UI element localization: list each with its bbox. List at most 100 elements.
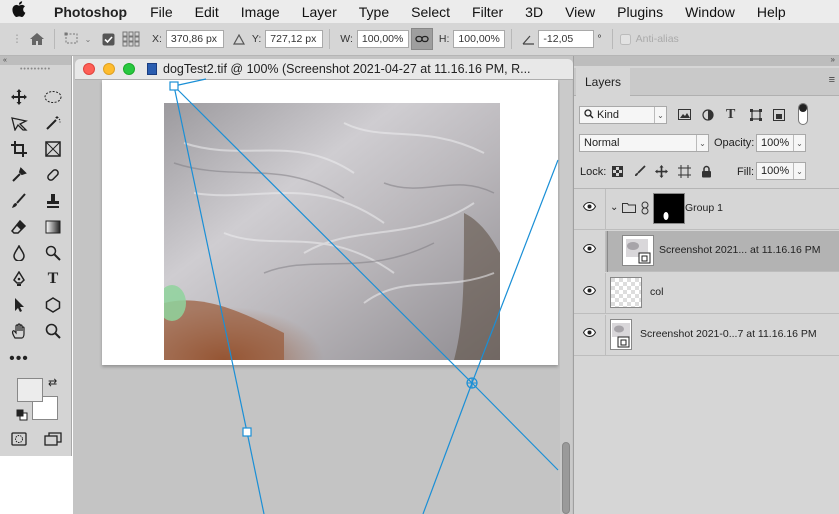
clone-stamp-tool-icon[interactable] — [41, 190, 65, 212]
type-tool-icon[interactable]: T — [41, 268, 65, 290]
vertical-scrollbar[interactable] — [560, 80, 572, 514]
close-window-icon[interactable] — [83, 63, 95, 75]
smart-object-filter-icon[interactable] — [773, 109, 785, 124]
menu-type[interactable]: Type — [348, 4, 400, 20]
type-filter-icon[interactable]: T — [726, 107, 735, 123]
layer-thumbnail[interactable] — [610, 319, 632, 350]
menu-3d[interactable]: 3D — [514, 4, 554, 20]
panel-menu-icon[interactable]: ≡ — [829, 74, 835, 86]
blur-tool-icon[interactable] — [7, 242, 31, 264]
rotation-angle-field[interactable]: -12,05 — [538, 30, 595, 48]
scrollbar-thumb[interactable] — [562, 442, 570, 514]
layer-thumbnail[interactable] — [622, 235, 654, 266]
lock-transparency-icon[interactable] — [612, 166, 623, 180]
menu-edit[interactable]: Edit — [184, 4, 230, 20]
pen-tool-icon[interactable] — [7, 268, 31, 290]
quick-mask-icon[interactable] — [7, 428, 31, 450]
magic-wand-tool-icon[interactable] — [41, 112, 65, 134]
link-icon[interactable] — [410, 28, 433, 50]
menu-view[interactable]: View — [554, 4, 606, 20]
reference-point-grid-icon[interactable] — [119, 28, 143, 50]
crop-tool-icon[interactable] — [7, 138, 31, 160]
more-tools-icon[interactable]: ••• — [7, 348, 31, 370]
collapse-tools-icon[interactable]: « — [0, 56, 71, 65]
eye-icon[interactable] — [582, 285, 597, 298]
layer-row-screenshot[interactable]: Screenshot 2021-0...7 at 11.16.16 PM — [574, 315, 839, 356]
eye-icon[interactable] — [582, 243, 597, 256]
y-position-field[interactable]: 727,12 px — [265, 30, 324, 48]
layer-mask-thumbnail[interactable] — [653, 193, 685, 224]
layer-row-screenshot-selected[interactable]: Screenshot 2021... at 11.16.16 PM — [574, 231, 839, 272]
menu-select[interactable]: Select — [400, 4, 461, 20]
chevron-down-icon[interactable]: ⌄ — [610, 202, 618, 213]
menu-plugins[interactable]: Plugins — [606, 4, 674, 20]
foreground-color-swatch[interactable] — [17, 378, 43, 402]
tab-layers[interactable]: Layers — [576, 68, 630, 96]
eye-icon[interactable] — [582, 201, 597, 214]
minimize-window-icon[interactable] — [103, 63, 115, 75]
apple-icon[interactable] — [0, 1, 38, 22]
reference-point-checkbox[interactable] — [97, 28, 119, 50]
dog-fur-image[interactable] — [164, 103, 500, 360]
healing-brush-tool-icon[interactable] — [41, 164, 65, 186]
tools-grip[interactable]: ••••••••• — [0, 65, 71, 75]
lock-all-icon[interactable] — [701, 165, 712, 181]
antialias-checkbox[interactable] — [619, 28, 633, 50]
app-menu-photoshop[interactable]: Photoshop — [38, 4, 139, 20]
eyedropper-tool-icon[interactable] — [7, 164, 31, 186]
gradient-tool-icon[interactable] — [41, 216, 65, 238]
x-position-field[interactable]: 370,86 px — [165, 30, 224, 48]
width-field[interactable]: 100,00% — [356, 30, 409, 48]
collapse-panel-icon[interactable]: » — [831, 55, 835, 64]
shape-tool-icon[interactable] — [41, 294, 65, 316]
screen-mode-icon[interactable] — [41, 428, 65, 450]
adjustment-filter-icon[interactable] — [702, 109, 714, 124]
filter-toggle[interactable] — [798, 103, 808, 128]
swap-colors-icon[interactable]: ⇄ — [48, 376, 57, 389]
menu-window[interactable]: Window — [674, 4, 746, 20]
fill-field[interactable]: 100% ⌄ — [756, 162, 806, 180]
lock-pixels-icon[interactable] — [634, 165, 646, 180]
search-icon — [584, 108, 594, 122]
lock-artboard-icon[interactable] — [678, 165, 691, 181]
menu-file[interactable]: File — [139, 4, 184, 20]
frame-tool-icon[interactable] — [41, 138, 65, 160]
menu-help[interactable]: Help — [746, 4, 797, 20]
lock-position-icon[interactable] — [655, 165, 668, 181]
path-selection-tool-icon[interactable] — [7, 294, 31, 316]
move-tool-icon[interactable] — [7, 86, 31, 108]
layer-name: col — [650, 286, 664, 298]
eye-icon[interactable] — [582, 327, 597, 340]
y-label: Y: — [251, 33, 262, 45]
lasso-tool-icon[interactable] — [7, 112, 31, 134]
dodge-tool-icon[interactable] — [41, 242, 65, 264]
marquee-tool-icon[interactable] — [41, 86, 65, 108]
home-icon[interactable] — [26, 28, 48, 50]
chevron-down-icon[interactable]: ⌄ — [83, 28, 93, 50]
shape-filter-icon[interactable] — [750, 109, 762, 124]
height-field[interactable]: 100,00% — [453, 30, 506, 48]
menu-image[interactable]: Image — [230, 4, 291, 20]
link-icon[interactable] — [641, 201, 649, 218]
default-colors-icon[interactable] — [16, 409, 28, 424]
transform-tool-icon[interactable] — [61, 28, 83, 50]
zoom-window-icon[interactable] — [123, 63, 135, 75]
layer-row-group-1[interactable]: ⌄ Group 1 — [574, 189, 839, 230]
degree-unit: ° — [597, 33, 602, 45]
zoom-tool-icon[interactable] — [41, 320, 65, 342]
transparent-layer-thumbnail[interactable] — [610, 277, 642, 308]
filter-kind-select[interactable]: Kind ⌄ — [579, 106, 667, 124]
menu-layer[interactable]: Layer — [291, 4, 348, 20]
options-bar: ⋮ ⌄ X: 370,86 px Y: 727,12 px W: 100,00%… — [0, 23, 839, 56]
blend-mode-select[interactable]: Normal ⌄ — [579, 134, 709, 152]
brush-tool-icon[interactable] — [7, 190, 31, 212]
layer-row-col[interactable]: col — [574, 273, 839, 314]
opacity-field[interactable]: 100% ⌄ — [756, 134, 806, 152]
image-filter-icon[interactable] — [678, 109, 691, 123]
menu-filter[interactable]: Filter — [461, 4, 514, 20]
hand-tool-icon[interactable] — [7, 320, 31, 342]
chevron-down-icon: ⌄ — [654, 107, 666, 123]
x-label: X: — [152, 33, 162, 45]
document-tab[interactable]: dogTest2.tif @ 100% (Screenshot 2021-04-… — [75, 59, 573, 80]
eraser-tool-icon[interactable] — [7, 216, 31, 238]
